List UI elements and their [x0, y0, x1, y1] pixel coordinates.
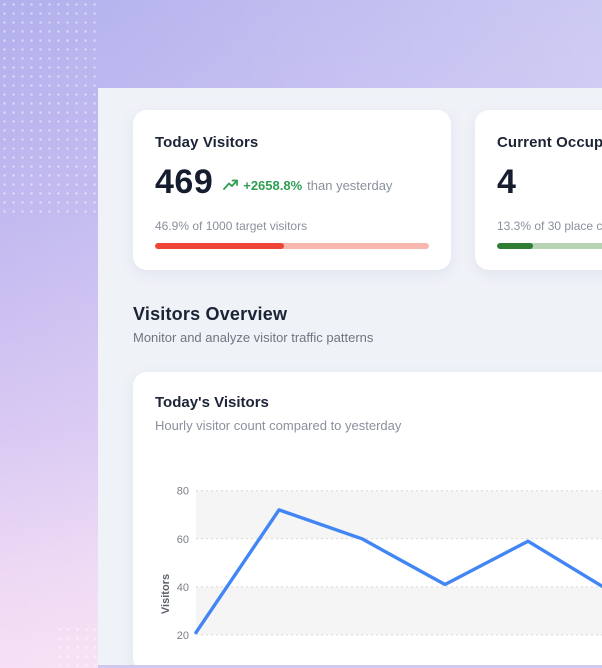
svg-text:80: 80: [177, 486, 189, 498]
hourly-visitors-line-chart: 20 40 60 80 Visitors: [133, 468, 602, 668]
svg-text:20: 20: [177, 630, 189, 642]
chart-subtitle: Hourly visitor count compared to yesterd…: [155, 418, 602, 433]
trend-percentage: +2658.8%: [243, 178, 302, 193]
decorative-dots-pattern: [55, 625, 98, 668]
svg-text:40: 40: [177, 582, 189, 594]
section-title: Visitors Overview: [133, 304, 373, 325]
current-occupancy-card: Current Occupancy 4 13.3% of 30 place ca…: [475, 110, 602, 270]
progress-bar-fill: [155, 243, 284, 249]
todays-visitors-chart-card: Today's Visitors Hourly visitor count co…: [133, 372, 602, 668]
progress-bar-track: [155, 243, 429, 249]
occupancy-count-value: 4: [497, 163, 516, 202]
visitors-overview-section-header: Visitors Overview Monitor and analyze vi…: [133, 304, 373, 345]
decorative-dots-pattern: [0, 0, 98, 215]
visitors-count-value: 469: [155, 163, 213, 202]
card-title: Current Occupancy: [497, 134, 602, 151]
target-progress-text: 46.9% of 1000 target visitors: [155, 219, 429, 233]
svg-text:60: 60: [177, 534, 189, 546]
target-progress-text: 13.3% of 30 place capacity: [497, 219, 602, 233]
section-subtitle: Monitor and analyze visitor traffic patt…: [133, 330, 373, 345]
chart-title: Today's Visitors: [155, 394, 602, 411]
card-title: Today Visitors: [155, 134, 429, 151]
trending-up-icon: [223, 179, 239, 191]
trend-suffix: than yesterday: [307, 178, 392, 193]
progress-bar-fill: [497, 243, 533, 249]
progress-bar-track: [497, 243, 602, 249]
trend-indicator: +2658.8% than yesterday: [223, 178, 392, 193]
svg-text:Visitors: Visitors: [160, 574, 172, 614]
today-visitors-card: Today Visitors 469 +2658.8% than yesterd…: [133, 110, 451, 270]
